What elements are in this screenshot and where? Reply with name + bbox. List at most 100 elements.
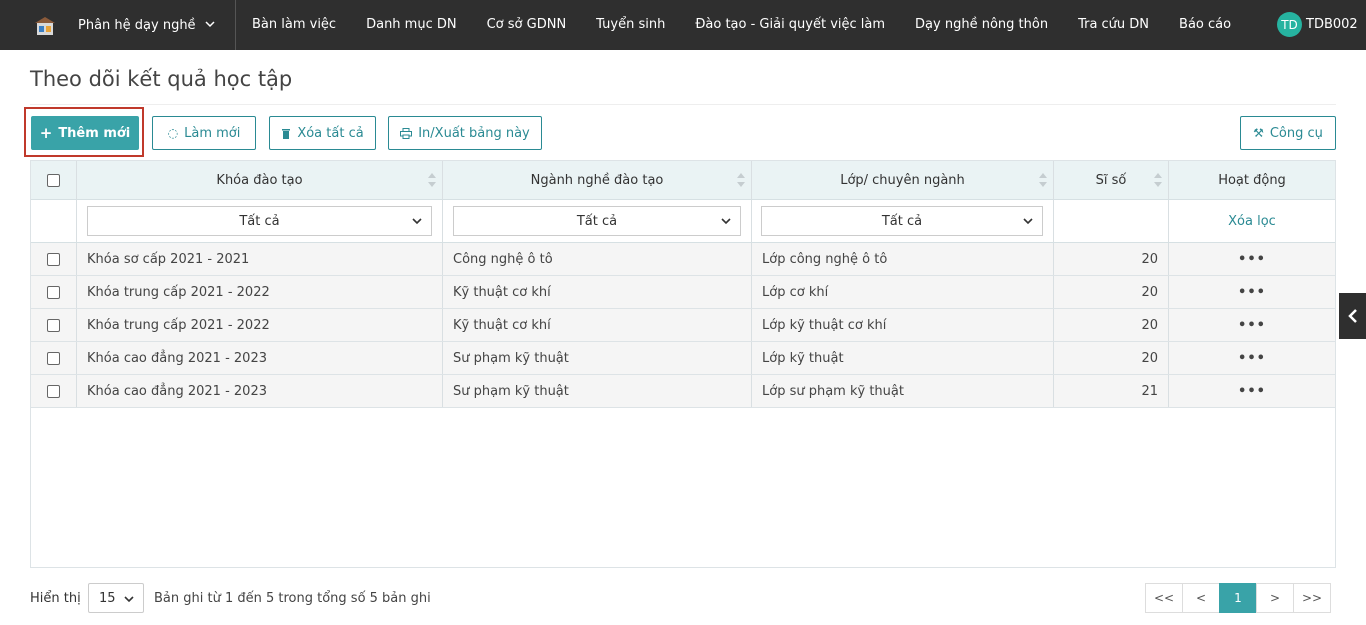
header-major[interactable]: Ngành nghề đào tạo [443, 161, 752, 199]
select-all-checkbox[interactable] [47, 173, 60, 187]
nav-tuyen-sinh[interactable]: Tuyển sinh [581, 0, 680, 50]
header-course[interactable]: Khóa đào tạo [77, 161, 443, 199]
filter-class-cell: Tất cả [752, 200, 1054, 242]
cell-major: Sư phạm kỹ thuật [443, 375, 752, 407]
table-row[interactable]: Khóa trung cấp 2021 - 2022 Kỹ thuật cơ k… [31, 309, 1335, 342]
row-actions-icon[interactable]: ••• [1169, 276, 1335, 308]
sort-icon [1039, 173, 1047, 189]
page-size-label: Hiển thị [30, 591, 81, 606]
pagination: << < 1 > >> [1145, 583, 1331, 613]
page-size-select[interactable]: 15 [88, 583, 144, 613]
chevron-down-icon [1023, 218, 1033, 225]
username: TDB002 [1306, 17, 1358, 32]
plus-icon: + [39, 124, 53, 142]
delete-all-button[interactable]: Xóa tất cả [269, 116, 376, 150]
cell-class: Lớp kỹ thuật cơ khí [752, 309, 1054, 341]
filter-major-cell: Tất cả [443, 200, 752, 242]
cell-class: Lớp cơ khí [752, 276, 1054, 308]
avatar: TD [1277, 12, 1302, 37]
page-1-button[interactable]: 1 [1219, 583, 1257, 613]
top-navbar: Phân hệ dạy nghề Bàn làm việc Danh mục D… [0, 0, 1366, 50]
filter-course-cell: Tất cả [77, 200, 443, 242]
printer-icon [400, 127, 413, 139]
cell-course: Khóa trung cấp 2021 - 2022 [77, 309, 443, 341]
tools-button[interactable]: ⚒ Công cụ [1240, 116, 1336, 150]
trash-icon [282, 128, 291, 139]
header-select-all [31, 161, 77, 199]
cell-class: Lớp sư phạm kỹ thuật [752, 375, 1054, 407]
table-row[interactable]: Khóa cao đẳng 2021 - 2023 Sư phạm kỹ thu… [31, 342, 1335, 375]
cell-major: Kỹ thuật cơ khí [443, 276, 752, 308]
cell-course: Khóa cao đẳng 2021 - 2023 [77, 342, 443, 374]
module-selector[interactable]: Phân hệ dạy nghề [78, 0, 236, 50]
filter-row: Tất cả Tất cả Tất cả Xóa lọc [31, 200, 1335, 243]
cell-class: Lớp công nghệ ô tô [752, 243, 1054, 275]
cell-count: 20 [1054, 243, 1169, 275]
chevron-left-icon [1347, 309, 1357, 323]
cell-count: 20 [1054, 342, 1169, 374]
nav-day-nghe-nong-thon[interactable]: Dạy nghề nông thôn [900, 0, 1063, 50]
user-menu[interactable]: TD TDB002 [1277, 12, 1358, 37]
header-class[interactable]: Lớp/ chuyên ngành [752, 161, 1054, 199]
nav-bao-cao[interactable]: Báo cáo [1164, 0, 1246, 50]
table-row[interactable]: Khóa trung cấp 2021 - 2022 Kỹ thuật cơ k… [31, 276, 1335, 309]
nav-co-so-gdnn[interactable]: Cơ sở GDNN [472, 0, 582, 50]
cell-major: Sư phạm kỹ thuật [443, 342, 752, 374]
chevron-down-icon [124, 596, 134, 603]
row-actions-icon[interactable]: ••• [1169, 243, 1335, 275]
filter-class-select[interactable]: Tất cả [761, 206, 1043, 236]
export-button[interactable]: In/Xuất bảng này [388, 116, 542, 150]
main-nav: Bàn làm việc Danh mục DN Cơ sở GDNN Tuyể… [237, 0, 1246, 50]
cell-class: Lớp kỹ thuật [752, 342, 1054, 374]
table-row[interactable]: Khóa cao đẳng 2021 - 2023 Sư phạm kỹ thu… [31, 375, 1335, 408]
row-checkbox[interactable] [47, 351, 60, 365]
row-actions-icon[interactable]: ••• [1169, 375, 1335, 407]
row-checkbox[interactable] [47, 252, 60, 266]
nav-dao-tao[interactable]: Đào tạo - Giải quyết việc làm [680, 0, 900, 50]
table-row[interactable]: Khóa sơ cấp 2021 - 2021 Công nghệ ô tô L… [31, 243, 1335, 276]
row-actions-icon[interactable]: ••• [1169, 309, 1335, 341]
app-logo-icon[interactable] [34, 15, 56, 37]
cell-count: 21 [1054, 375, 1169, 407]
first-page-button[interactable]: << [1145, 583, 1183, 613]
row-checkbox[interactable] [47, 318, 60, 332]
sort-icon [737, 173, 745, 189]
side-panel-toggle[interactable] [1339, 293, 1366, 339]
row-actions-icon[interactable]: ••• [1169, 342, 1335, 374]
chevron-down-icon [412, 218, 422, 225]
page-title: Theo dõi kết quả học tập [30, 67, 293, 91]
filter-major-select[interactable]: Tất cả [453, 206, 741, 236]
filter-empty-cell [31, 200, 77, 242]
cell-major: Công nghệ ô tô [443, 243, 752, 275]
row-checkbox[interactable] [47, 384, 60, 398]
prev-page-button[interactable]: < [1182, 583, 1220, 613]
cell-course: Khóa sơ cấp 2021 - 2021 [77, 243, 443, 275]
grid-header: Khóa đào tạo Ngành nghề đào tạo Lớp/ chu… [31, 161, 1335, 200]
last-page-button[interactable]: >> [1293, 583, 1331, 613]
module-label: Phân hệ dạy nghề [78, 17, 196, 33]
record-info: Bản ghi từ 1 đến 5 trong tổng số 5 bản g… [154, 591, 431, 606]
refresh-icon: ◌ [167, 126, 179, 140]
nav-tra-cuu-dn[interactable]: Tra cứu DN [1063, 0, 1164, 50]
cell-course: Khóa trung cấp 2021 - 2022 [77, 276, 443, 308]
filter-course-select[interactable]: Tất cả [87, 206, 432, 236]
sort-icon [428, 173, 436, 189]
clear-filter-link[interactable]: Xóa lọc [1169, 200, 1335, 242]
refresh-button[interactable]: ◌ Làm mới [152, 116, 256, 150]
next-page-button[interactable]: > [1256, 583, 1294, 613]
filter-count-cell [1054, 200, 1169, 242]
row-checkbox[interactable] [47, 285, 60, 299]
data-grid: Khóa đào tạo Ngành nghề đào tạo Lớp/ chu… [30, 160, 1336, 568]
cell-course: Khóa cao đẳng 2021 - 2023 [77, 375, 443, 407]
title-divider [30, 104, 1336, 105]
cell-count: 20 [1054, 276, 1169, 308]
nav-danh-muc-dn[interactable]: Danh mục DN [351, 0, 472, 50]
sort-icon [1154, 173, 1162, 189]
header-count[interactable]: Sĩ số [1054, 161, 1169, 199]
add-new-button[interactable]: + Thêm mới [31, 116, 139, 150]
tools-icon: ⚒ [1253, 126, 1264, 140]
chevron-down-icon [205, 21, 215, 28]
nav-ban-lam-viec[interactable]: Bàn làm việc [237, 0, 351, 50]
header-actions: Hoạt động [1218, 172, 1286, 188]
cell-major: Kỹ thuật cơ khí [443, 309, 752, 341]
